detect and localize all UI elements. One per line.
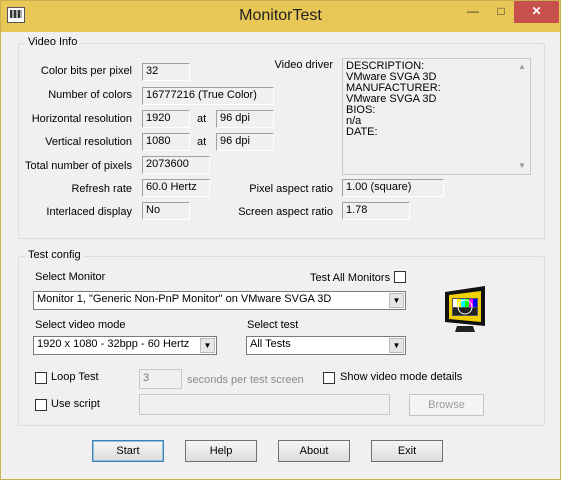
- interlaced-value: No: [142, 202, 190, 220]
- video-mode-label: Select video mode: [35, 319, 126, 331]
- v-res-value: 1080: [142, 133, 190, 151]
- help-button[interactable]: Help: [185, 440, 257, 462]
- video-mode-select[interactable]: 1920 x 1080 - 32bpp - 60 Hertz ▼: [33, 336, 217, 355]
- monitor-select-value: Monitor 1, "Generic Non-PnP Monitor" on …: [37, 293, 332, 305]
- v-dpi-value: 96 dpi: [216, 133, 274, 151]
- interlaced-label: Interlaced display: [46, 206, 132, 218]
- video-mode-value: 1920 x 1080 - 32bpp - 60 Hertz: [37, 338, 190, 350]
- h-res-label: Horizontal resolution: [31, 113, 132, 125]
- total-pixels-label: Total number of pixels: [25, 160, 132, 172]
- test-select-value: All Tests: [250, 338, 291, 350]
- total-pixels-value: 2073600: [142, 156, 210, 174]
- loop-test-checkbox[interactable]: [35, 372, 47, 384]
- refresh-value: 60.0 Hertz: [142, 179, 210, 197]
- screen-aspect-value: 1.78: [342, 202, 410, 220]
- chevron-down-icon[interactable]: ▼: [389, 293, 404, 308]
- scroll-down-icon[interactable]: ▼: [514, 158, 530, 174]
- chevron-down-icon[interactable]: ▼: [200, 338, 215, 353]
- color-bits-label: Color bits per pixel: [40, 65, 132, 77]
- pixel-aspect-label: Pixel aspect ratio: [249, 183, 333, 195]
- refresh-label: Refresh rate: [71, 183, 132, 195]
- show-details-label: Show video mode details: [340, 371, 463, 383]
- num-colors-value: 16777216 (True Color): [142, 87, 274, 105]
- close-icon[interactable]: ✕: [514, 1, 559, 23]
- num-colors-label: Number of colors: [48, 89, 132, 101]
- about-button[interactable]: About: [278, 440, 350, 462]
- browse-button[interactable]: Browse: [409, 394, 484, 416]
- test-all-monitors-checkbox[interactable]: [394, 271, 406, 283]
- video-driver-label: Video driver: [274, 59, 334, 71]
- driver-line: BIOS:: [346, 104, 376, 116]
- show-details-checkbox[interactable]: [323, 372, 335, 384]
- screen-aspect-label: Screen aspect ratio: [238, 206, 333, 218]
- chevron-down-icon[interactable]: ▼: [389, 338, 404, 353]
- script-path-input[interactable]: [139, 394, 390, 415]
- h-dpi-value: 96 dpi: [216, 110, 274, 128]
- loop-seconds-input[interactable]: 3: [139, 369, 182, 389]
- v-res-label: Vertical resolution: [45, 136, 132, 148]
- test-config-title: Test config: [25, 249, 84, 261]
- use-script-label: Use script: [51, 398, 100, 410]
- loop-test-label: Loop Test: [51, 371, 99, 383]
- driver-scrollbar[interactable]: ▲ ▼: [514, 59, 530, 174]
- test-pattern-monitor-icon: [445, 286, 485, 332]
- monitortest-window: MonitorTest — □ ✕ Video Info Color bits …: [0, 0, 561, 480]
- video-driver-memo[interactable]: DESCRIPTION: VMware SVGA 3D MANUFACTURER…: [342, 58, 531, 175]
- select-monitor-label: Select Monitor: [35, 271, 106, 283]
- minimize-icon[interactable]: —: [460, 1, 486, 23]
- h-at-label: at: [197, 113, 207, 125]
- monitor-select[interactable]: Monitor 1, "Generic Non-PnP Monitor" on …: [33, 291, 406, 310]
- v-at-label: at: [197, 136, 207, 148]
- title-bar[interactable]: MonitorTest — □ ✕: [1, 1, 560, 32]
- scroll-up-icon[interactable]: ▲: [514, 59, 530, 75]
- color-bits-value: 32: [142, 63, 190, 81]
- select-test-label: Select test: [247, 319, 299, 331]
- pixel-aspect-value: 1.00 (square): [342, 179, 444, 197]
- exit-button[interactable]: Exit: [371, 440, 443, 462]
- h-res-value: 1920: [142, 110, 190, 128]
- use-script-checkbox[interactable]: [35, 399, 47, 411]
- test-select[interactable]: All Tests ▼: [246, 336, 406, 355]
- video-info-title: Video Info: [25, 36, 81, 48]
- driver-line: DATE:: [346, 126, 378, 138]
- start-button[interactable]: Start: [92, 440, 164, 462]
- maximize-icon[interactable]: □: [488, 1, 514, 23]
- seconds-per-screen-label: seconds per test screen: [187, 374, 304, 386]
- test-all-monitors-label: Test All Monitors: [310, 272, 391, 284]
